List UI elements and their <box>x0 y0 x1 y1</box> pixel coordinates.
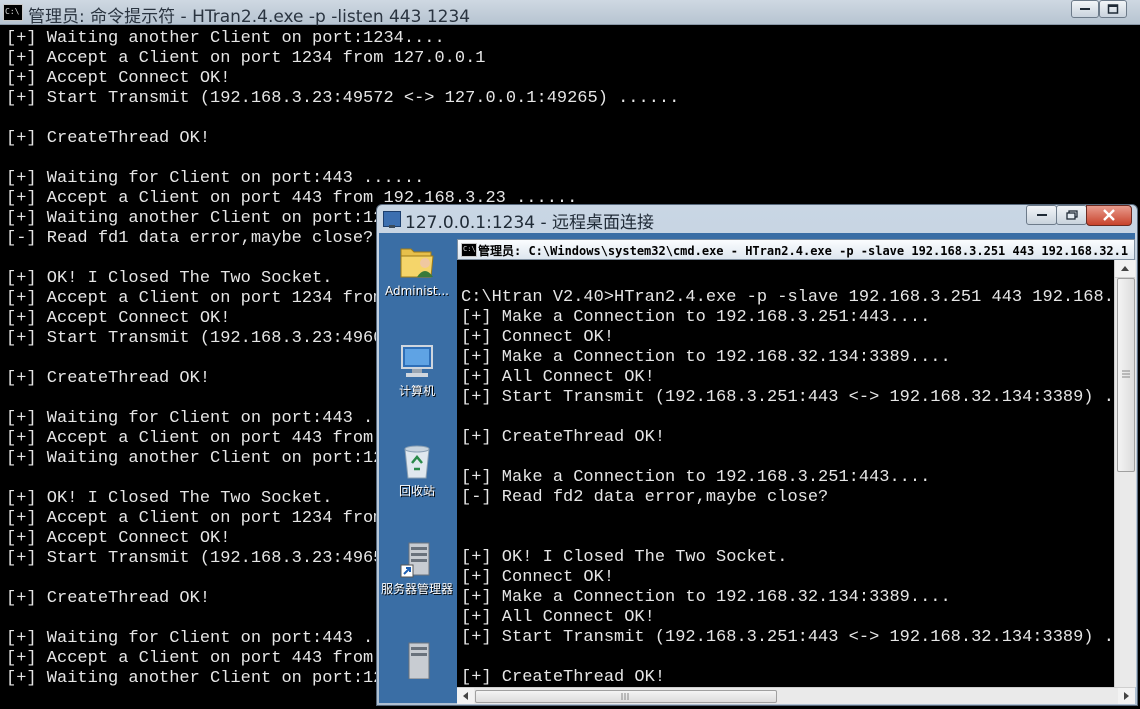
recycle-bin-icon <box>397 441 437 481</box>
rdp-minimize-button[interactable] <box>1026 205 1057 225</box>
console-line: [+] OK! I Closed The Two Socket. <box>461 548 788 567</box>
cmd-system-icon-text: C:\ <box>463 245 476 253</box>
console-line: [-] Read fd2 data error,maybe close? <box>461 488 829 507</box>
scroll-right-button[interactable] <box>1118 688 1135 704</box>
rdp-close-button[interactable] <box>1086 205 1132 226</box>
console-line: [+] Waiting for Client on port:443 .. <box>6 409 384 428</box>
console-line: [+] CreateThread OK! <box>6 369 211 388</box>
console-line: C:\Htran V2.40>HTran2.4.exe -p -slave 19… <box>461 288 1114 307</box>
inner-console-output: C:\Htran V2.40>HTran2.4.exe -p -slave 19… <box>461 288 1114 687</box>
console-line: [+] CreateThread OK! <box>461 428 666 447</box>
chevron-right-icon <box>1124 692 1129 700</box>
server-icon <box>397 639 437 680</box>
chevron-left-icon <box>463 692 468 700</box>
console-line: [+] All Connect OK! <box>461 368 655 387</box>
close-icon <box>1103 209 1115 221</box>
desktop-icon-computer[interactable]: 计算机 <box>381 341 453 398</box>
desktop-icon-recycle-bin[interactable]: 回收站 <box>381 441 453 498</box>
rdp-window[interactable]: 127.0.0.1:1234 - 远程桌面连接 Administ... 计算机 … <box>376 204 1138 706</box>
horizontal-scrollbar[interactable] <box>457 687 1135 704</box>
console-line: [+] CreateThread OK! <box>6 129 211 148</box>
remote-desktop-area[interactable]: Administ... 计算机 回收站 服务器管理器 C:\ 管理员: C:\W… <box>379 233 1136 704</box>
cmd-system-icon[interactable]: C:\ <box>461 243 477 257</box>
console-line: [+] OK! I Closed The Two Socket. <box>6 269 333 288</box>
remote-desktop-icon <box>383 211 401 228</box>
console-line: [+] Start Transmit (192.168.3.23:4965 <box>6 549 384 568</box>
console-line: [+] Accept a Client on port 1234 from 12… <box>6 49 486 68</box>
inner-cmd-window[interactable]: C:\ 管理员: C:\Windows\system32\cmd.exe - H… <box>457 239 1136 704</box>
console-line: [+] CreateThread OK! <box>461 668 666 687</box>
desktop-icon-server[interactable] <box>381 639 453 680</box>
console-line: [+] Accept a Client on port 1234 from <box>6 509 384 528</box>
scroll-left-button[interactable] <box>457 688 474 704</box>
cmd-system-icon-text: C:\ <box>5 7 20 16</box>
inner-cmd-title-bar[interactable]: C:\ 管理员: C:\Windows\system32\cmd.exe - H… <box>457 239 1135 260</box>
inner-cmd-title: 管理员: C:\Windows\system32\cmd.exe - HTran… <box>478 244 1129 258</box>
maximize-icon <box>1107 4 1119 14</box>
restore-icon <box>1065 210 1078 220</box>
scroll-thumb-horizontal[interactable] <box>475 690 777 703</box>
console-line: [+] Accept a Client on port 443 from <box>6 649 374 668</box>
console-line: [+] Waiting another Client on port:12 <box>6 669 384 688</box>
console-line: [+] CreateThread OK! <box>6 589 211 608</box>
user-folder-icon <box>397 241 437 281</box>
outer-window-title: 管理员: 命令提示符 - HTran2.4.exe -p -listen 443… <box>28 7 471 27</box>
console-line: [+] OK! I Closed The Two Socket. <box>6 489 333 508</box>
console-line: [+] Make a Connection to 192.168.32.134:… <box>461 348 951 367</box>
desktop-icon-label: 计算机 <box>398 385 435 398</box>
console-line: [+] Accept Connect OK! <box>6 529 231 548</box>
outer-minimize-button[interactable] <box>1071 0 1099 18</box>
minimize-icon <box>1080 8 1090 10</box>
console-line: [+] Accept Connect OK! <box>6 69 231 88</box>
console-line: [+] Start Transmit (192.168.3.251:443 <-… <box>461 388 1114 407</box>
grip-icon <box>621 693 629 700</box>
scroll-up-button[interactable] <box>1115 260 1135 278</box>
console-line: [+] Accept a Client on port 1234 from <box>6 289 384 308</box>
console-line: [+] Connect OK! <box>461 328 615 347</box>
console-line: [-] Read fd1 data error,maybe close? <box>6 229 374 248</box>
console-line: [+] Waiting another Client on port:12 <box>6 209 384 228</box>
console-line: [+] Start Transmit (192.168.3.251:443 <-… <box>461 628 1114 647</box>
console-line: [+] Accept Connect OK! <box>6 309 231 328</box>
outer-maximize-button[interactable] <box>1099 0 1127 18</box>
vertical-scrollbar[interactable] <box>1114 260 1136 687</box>
console-line: [+] Connect OK! <box>461 568 615 587</box>
console-line: [+] Waiting for Client on port:443 .....… <box>6 169 425 188</box>
console-line: [+] All Connect OK! <box>461 608 655 627</box>
console-line: [+] Waiting another Client on port:12 <box>6 449 384 468</box>
desktop-icon-administrator[interactable]: Administ... <box>381 241 453 298</box>
chevron-up-icon <box>1121 266 1129 271</box>
scroll-thumb[interactable] <box>1117 278 1135 472</box>
outer-title-bar[interactable]: C:\ 管理员: 命令提示符 - HTran2.4.exe -p -listen… <box>0 0 1140 27</box>
desktop-icon-label: 回收站 <box>398 485 435 498</box>
minimize-icon <box>1036 214 1047 216</box>
inner-cmd-body[interactable]: C:\Htran V2.40>HTran2.4.exe -p -slave 19… <box>457 260 1114 687</box>
console-line: [+] Waiting for Client on port:443 .. <box>6 629 384 648</box>
desktop-icon-server-manager[interactable]: 服务器管理器 <box>381 539 453 596</box>
rdp-title-bar[interactable]: 127.0.0.1:1234 - 远程桌面连接 <box>377 205 1137 233</box>
server-manager-icon <box>397 539 437 579</box>
desktop-icon-label: Administ... <box>385 285 449 298</box>
computer-icon <box>397 341 437 381</box>
console-line: [+] Start Transmit (192.168.3.23:4960 <box>6 329 384 348</box>
remote-desktop-icons: Administ... 计算机 回收站 服务器管理器 <box>379 233 455 703</box>
console-line: [+] Make a Connection to 192.168.3.251:4… <box>461 308 931 327</box>
console-line: [+] Start Transmit (192.168.3.23:49572 <… <box>6 89 680 108</box>
rdp-maximize-button[interactable] <box>1056 205 1087 225</box>
desktop-icon-label: 服务器管理器 <box>381 583 453 596</box>
console-line: [+] Make a Connection to 192.168.3.251:4… <box>461 468 931 487</box>
console-line: [+] Accept a Client on port 443 from <box>6 429 374 448</box>
grip-icon <box>1122 370 1130 378</box>
console-line: [+] Make a Connection to 192.168.32.134:… <box>461 588 951 607</box>
rdp-window-title: 127.0.0.1:1234 - 远程桌面连接 <box>405 213 655 233</box>
cmd-system-icon[interactable]: C:\ <box>3 4 23 21</box>
console-line: [+] Waiting another Client on port:1234.… <box>6 29 445 48</box>
